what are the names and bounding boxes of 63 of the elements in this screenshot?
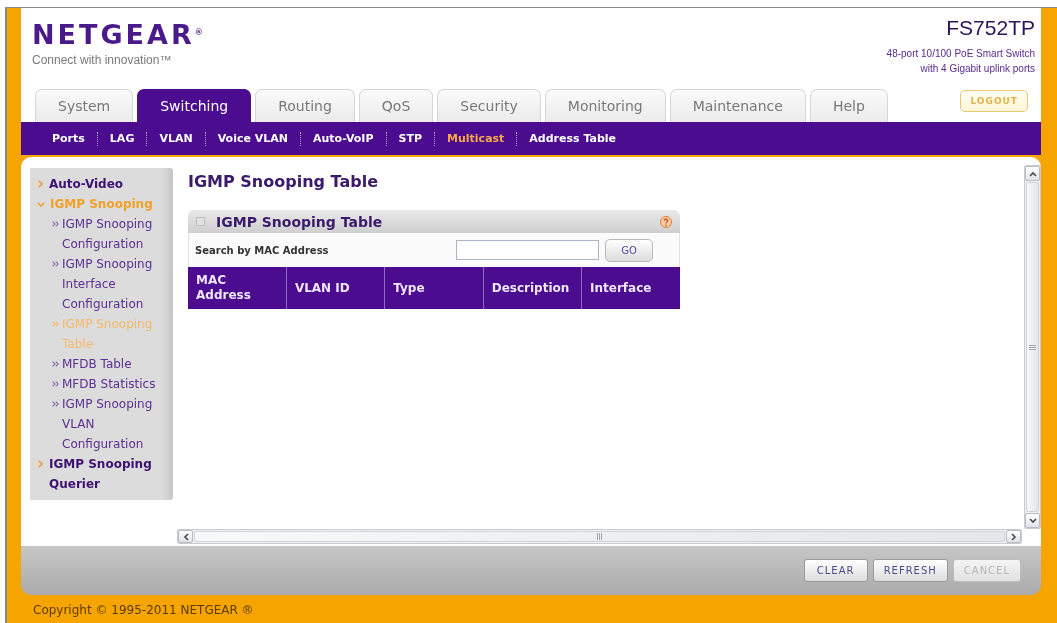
sidebar-sublink[interactable]: MFDB Statistics [30,374,169,394]
nav-tab[interactable]: Security [437,89,541,122]
chevron-right-icon [1010,532,1017,541]
double-chevron-icon [52,381,59,387]
subnav-link[interactable]: Auto-VoIP [312,132,374,145]
sidebar-sublink[interactable]: MFDB Table [30,354,169,374]
sidebar-sublink[interactable]: IGMP Snooping Interface Configuration [30,254,169,314]
double-chevron-icon [52,261,59,267]
scroll-up-button[interactable] [1025,166,1040,181]
page-title: IGMP Snooping Table [188,172,379,192]
copyright-text: Copyright © 1995-2011 NETGEAR ® [33,603,254,617]
column-header: Interface [581,267,680,309]
search-label: Search by MAC Address [195,244,329,256]
nav-tab[interactable]: Monitoring [544,89,666,122]
horizontal-scrollbar[interactable] [177,529,1022,544]
subnav-link[interactable]: Address Table [529,132,617,145]
subnav-link[interactable]: STP [398,132,423,145]
go-button[interactable]: GO [605,238,653,262]
brand-logo: NETGEAR$^{®}$ [32,20,203,50]
column-header: VLAN ID [286,267,385,309]
double-chevron-icon [52,361,59,367]
subnav-link[interactable]: Voice VLAN [217,132,288,145]
sidebar-sublink[interactable]: IGMP Snooping Configuration [30,214,169,254]
grip-icon [597,533,602,540]
nav-tab[interactable]: System [35,89,134,122]
panel-title: IGMP Snooping Table [216,213,383,230]
nav-tab[interactable]: Maintenance [669,89,806,122]
grip-icon [1029,344,1036,350]
double-chevron-icon [52,321,59,327]
sidebar-link[interactable]: Auto-Video [30,174,169,194]
model-description: 48-port 10/100 PoE Smart Switch [886,47,1035,61]
double-chevron-icon [52,221,59,227]
double-chevron-icon [52,401,59,407]
nav-tab[interactable]: Help [809,89,888,122]
nav-tab[interactable]: Routing [255,89,355,122]
nav-tab[interactable]: QoS [358,89,434,122]
brand-tagline: Connect with innovation™ [32,53,172,67]
model-description: with 4 Gigabit uplink ports [920,62,1035,76]
subnav-link[interactable]: Multicast [447,132,505,145]
subnav-link[interactable]: LAG [109,132,135,145]
model-name: FS752TP [946,16,1035,40]
chevron-up-icon [1028,170,1037,177]
action-button[interactable]: REFRESH [872,559,948,582]
column-header: MAC Address [188,267,287,309]
action-button[interactable]: CLEAR [803,559,868,582]
sidebar-sublink[interactable]: IGMP Snooping VLAN Configuration [30,394,169,454]
subnav-link[interactable]: Ports [52,132,85,145]
scroll-right-button[interactable] [1006,530,1021,543]
square-icon [196,217,205,226]
chevron-left-icon [182,532,189,541]
chevron-down-icon [1028,517,1037,524]
scroll-left-button[interactable] [178,530,193,543]
scrollbar-thumb[interactable] [1026,182,1039,512]
scroll-down-button[interactable] [1025,513,1040,528]
column-header: Description [483,267,582,309]
subnav-link[interactable]: VLAN [159,132,193,145]
search-field[interactable] [456,240,599,260]
nav-tab[interactable]: Switching [137,89,252,122]
help-icon[interactable] [660,215,672,228]
sidebar-link[interactable]: IGMP Snooping Querier [30,454,169,494]
vertical-scrollbar[interactable] [1024,165,1041,529]
column-header: Type [384,267,484,309]
scrollbar-thumb[interactable] [194,531,1005,542]
